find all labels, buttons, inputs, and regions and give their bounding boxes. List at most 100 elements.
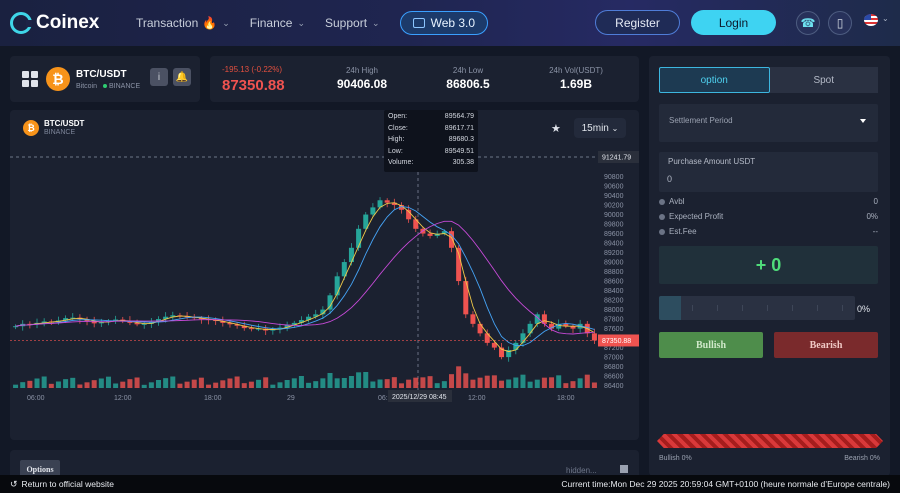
y-tick-label: 90000 — [604, 212, 624, 219]
bearish-percent: Bearish 0% — [844, 455, 880, 462]
mobile-app-icon[interactable]: ▯ — [828, 11, 852, 35]
stat-24h-high: 24h High 90406.08 — [322, 66, 402, 91]
favorite-star-icon[interactable]: ★ — [551, 122, 561, 135]
interval-value: 15min — [581, 122, 609, 134]
volume-bar — [20, 382, 26, 388]
interval-select[interactable]: 15min ⌄ — [574, 118, 626, 138]
pair-subtitle: Bitcoin BINANCE — [76, 83, 140, 90]
volume-bar — [527, 381, 533, 388]
chevron-down-icon: ⌄ — [297, 17, 305, 28]
register-button[interactable]: Register — [595, 10, 680, 35]
nav-support[interactable]: Support ⌄ — [325, 16, 380, 30]
volume-bar — [541, 377, 547, 388]
ma-fast-line — [15, 202, 595, 353]
brand-name: Coinex — [36, 12, 100, 33]
volume-bar — [84, 382, 90, 388]
status-dot-icon — [103, 84, 108, 89]
volume-bar — [213, 382, 219, 388]
footer-bar: ↺ Return to official website Current tim… — [0, 475, 900, 493]
tooltip-row: Volume: 305.38 — [388, 159, 474, 171]
login-button[interactable]: Login — [691, 10, 776, 35]
y-tick-label: 88200 — [604, 298, 624, 305]
volume-bar — [306, 382, 312, 388]
volume-bar — [134, 377, 140, 388]
volume-bar — [148, 382, 154, 388]
tooltip-value: 305.38 — [452, 159, 474, 166]
amount-input[interactable] — [667, 172, 867, 186]
bullish-button[interactable]: Bullish — [659, 332, 763, 358]
pair-symbol: BTC/USDT — [76, 69, 127, 80]
volume-bar — [334, 378, 340, 388]
volume-bar — [556, 375, 562, 388]
price-change: -195.13 (-0.22%) — [222, 65, 283, 74]
slider-tick — [842, 305, 843, 311]
volume-bar — [584, 374, 590, 388]
candle-body — [527, 323, 533, 334]
amount-slider[interactable] — [659, 296, 855, 320]
volume-bar — [520, 374, 526, 388]
nav-transaction[interactable]: Transaction 🔥 ⌄ — [136, 16, 230, 30]
volume-bar — [70, 377, 76, 388]
tooltip-value: 89564.79 — [444, 113, 474, 120]
volume-bar — [120, 381, 126, 388]
hidden-toggle-label[interactable]: hidden... — [566, 466, 597, 475]
tooltip-key: Open: — [388, 113, 408, 120]
settlement-period-select[interactable]: Settlement Period — [659, 104, 878, 142]
candle-body — [477, 323, 483, 334]
y-tick-label: 90200 — [604, 203, 624, 210]
return-arrow-icon: ↺ — [10, 478, 18, 489]
x-tick-label: 12:00 — [468, 395, 486, 402]
info-key: Est.Fee — [669, 227, 697, 236]
amount-label: Purchase Amount USDT — [668, 157, 756, 166]
bearish-button[interactable]: Bearish — [774, 332, 878, 358]
brand-logo[interactable]: Coinex — [10, 12, 120, 34]
bell-icon[interactable]: 🔔 — [173, 68, 191, 86]
candle-body — [370, 207, 376, 215]
volume-bar — [170, 376, 176, 388]
chart-symbol: BTC/USDT — [44, 119, 85, 128]
info-key: Avbl — [669, 197, 685, 206]
wallet-icon — [412, 18, 425, 28]
tooltip-value: 89549.51 — [444, 147, 474, 155]
us-flag-icon[interactable] — [864, 14, 878, 26]
slider-tick — [767, 305, 768, 311]
main-nav: Transaction 🔥 ⌄ Finance ⌄ Support ⌄ Web … — [136, 11, 489, 35]
tab-spot[interactable]: Spot — [769, 67, 878, 93]
volume-bar — [105, 376, 111, 388]
volume-bar — [184, 381, 190, 388]
y-tick-label: 86600 — [604, 374, 624, 381]
slider-tick — [692, 305, 693, 311]
chevron-down-icon[interactable]: ⌄ — [882, 14, 889, 23]
headset-icon[interactable]: ☎ — [796, 11, 820, 35]
volume-bar — [177, 383, 183, 388]
candle-body — [348, 247, 354, 263]
bitcoin-icon: ₿ — [23, 120, 39, 136]
hidden-checkbox[interactable] — [620, 465, 628, 473]
price-chart[interactable]: 8640086600868008700087200874008760087800… — [10, 148, 639, 440]
x-tick-label: 18:00 — [557, 395, 575, 402]
y-tick-label: 88600 — [604, 279, 624, 286]
return-link[interactable]: ↺ Return to official website — [10, 479, 114, 490]
y-tick-label: 88000 — [604, 307, 624, 314]
profit-display: + 0 — [659, 246, 878, 284]
volume-bar — [384, 379, 390, 388]
grid-menu-icon[interactable] — [22, 71, 38, 87]
volume-bar — [370, 381, 376, 388]
tab-option[interactable]: option — [659, 67, 770, 93]
volume-bar — [427, 376, 433, 388]
info-value: -- — [872, 227, 878, 236]
volume-bar — [563, 383, 569, 388]
volume-bar — [13, 384, 19, 388]
volume-bar — [127, 379, 133, 388]
volume-bar — [198, 377, 204, 388]
web3-button[interactable]: Web 3.0 — [399, 11, 489, 35]
bullish-percent: Bullish 0% — [659, 455, 692, 462]
volume-bar — [570, 381, 576, 388]
info-button[interactable]: i — [150, 68, 168, 86]
volume-bar — [363, 372, 369, 388]
bitcoin-icon: ₿ — [46, 67, 70, 91]
est-fee-row: Est.Fee -- — [659, 227, 878, 239]
y-tick-label: 88800 — [604, 269, 624, 276]
y-tick-label: 90800 — [604, 174, 624, 181]
nav-finance[interactable]: Finance ⌄ — [250, 16, 305, 30]
